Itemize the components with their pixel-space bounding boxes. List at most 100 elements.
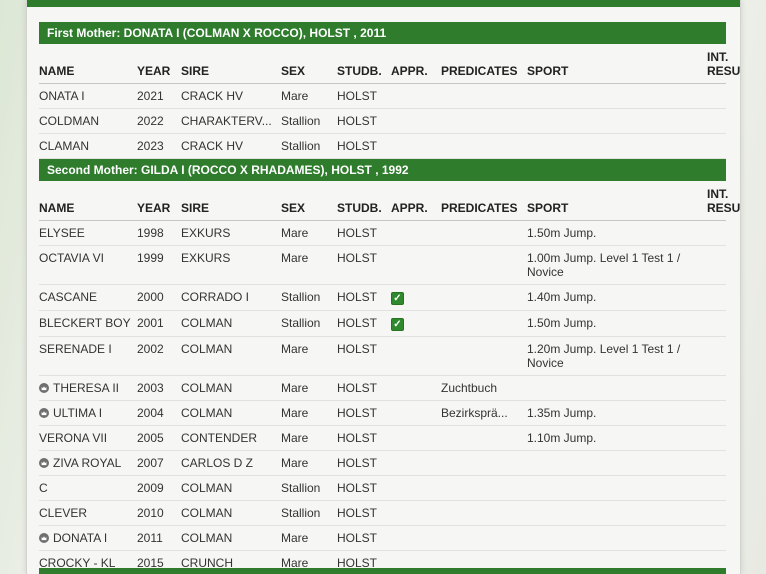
year-cell: 2001 — [137, 311, 181, 337]
studb-cell: HOLST — [337, 451, 391, 476]
studb-cell: HOLST — [337, 285, 391, 311]
predicates-cell — [441, 526, 527, 551]
studb-cell: HOLST — [337, 246, 391, 285]
sport-cell — [527, 376, 707, 401]
int-results-cell — [707, 526, 726, 551]
int-results-cell — [707, 501, 726, 526]
horse-name[interactable]: CLEVER — [39, 506, 87, 520]
sport-cell — [527, 134, 707, 159]
offspring-row: CLEVER2010COLMANStallionHOLST — [39, 501, 726, 526]
appr-cell — [391, 526, 441, 551]
horse-name[interactable]: VERONA VII — [39, 431, 107, 445]
column-header-sport: SPORT — [527, 181, 707, 221]
horse-name[interactable]: BLECKERT BOY — [39, 316, 131, 330]
offspring-row: ELYSEE1998EXKURSMareHOLST1.50m Jump. — [39, 221, 726, 246]
sex-cell: Mare — [281, 221, 337, 246]
horse-name-cell[interactable]: COLDMAN — [39, 109, 137, 134]
horse-name-cell[interactable]: SERENADE I — [39, 337, 137, 376]
offspring-row: COLDMAN2022CHARAKTERV...StallionHOLST — [39, 109, 726, 134]
approved-check-icon: ✓ — [391, 292, 404, 305]
horse-name[interactable]: OCTAVIA VI — [39, 251, 104, 265]
horse-name[interactable]: COLDMAN — [39, 114, 99, 128]
sport-cell: 1.20m Jump. Level 1 Test 1 / Novice — [527, 337, 707, 376]
studb-cell: HOLST — [337, 109, 391, 134]
sex-cell: Mare — [281, 337, 337, 376]
year-cell: 2003 — [137, 376, 181, 401]
horse-name-cell[interactable]: CLEVER — [39, 501, 137, 526]
studb-cell: HOLST — [337, 476, 391, 501]
year-cell: 2021 — [137, 84, 181, 109]
horse-name-cell[interactable]: CASCANE — [39, 285, 137, 311]
offspring-row: C2009COLMANStallionHOLST — [39, 476, 726, 501]
card-content: First Mother: DONATA I (COLMAN X ROCCO),… — [27, 22, 740, 574]
int-results-cell — [707, 311, 726, 337]
sex-cell: Mare — [281, 84, 337, 109]
horse-name-cell[interactable]: CLAMAN — [39, 134, 137, 159]
sire-cell: CORRADO I — [181, 285, 281, 311]
horse-name-cell[interactable]: DONATA I — [39, 526, 137, 551]
year-cell: 2002 — [137, 337, 181, 376]
predicates-cell — [441, 426, 527, 451]
offspring-row: DONATA I2011COLMANMareHOLST — [39, 526, 726, 551]
previous-section-bar-edge — [27, 0, 740, 7]
sport-cell — [527, 451, 707, 476]
horse-name[interactable]: ELYSEE — [39, 226, 85, 240]
year-cell: 2009 — [137, 476, 181, 501]
horse-name-cell[interactable]: ZIVA ROYAL — [39, 451, 137, 476]
predicates-cell — [441, 311, 527, 337]
sex-cell: Mare — [281, 426, 337, 451]
horse-name[interactable]: DONATA I — [53, 531, 107, 545]
sex-cell: Stallion — [281, 311, 337, 337]
offspring-row: OCTAVIA VI1999EXKURSMareHOLST1.00m Jump.… — [39, 246, 726, 285]
horse-name-cell[interactable]: ONATA I — [39, 84, 137, 109]
appr-cell — [391, 221, 441, 246]
sport-cell: 1.00m Jump. Level 1 Test 1 / Novice — [527, 246, 707, 285]
sire-cell: COLMAN — [181, 337, 281, 376]
horse-name-cell[interactable]: ELYSEE — [39, 221, 137, 246]
sire-cell: COLMAN — [181, 311, 281, 337]
horse-name-cell[interactable]: VERONA VII — [39, 426, 137, 451]
studb-cell: HOLST — [337, 84, 391, 109]
horse-name[interactable]: ONATA I — [39, 89, 85, 103]
studb-cell: HOLST — [337, 501, 391, 526]
offspring-table: NAMEYEARSIRESEXSTUDB.APPR.PREDICATESSPOR… — [39, 44, 726, 159]
studb-cell: HOLST — [337, 337, 391, 376]
appr-cell — [391, 376, 441, 401]
horse-name-cell[interactable]: C — [39, 476, 137, 501]
horse-name[interactable]: C — [39, 481, 48, 495]
int-results-cell — [707, 134, 726, 159]
horse-name[interactable]: SERENADE I — [39, 342, 112, 356]
horse-name[interactable]: THERESA II — [53, 381, 119, 395]
int-results-cell — [707, 451, 726, 476]
predicates-cell — [441, 84, 527, 109]
sport-cell — [527, 526, 707, 551]
offspring-row: CLAMAN2023CRACK HVStallionHOLST — [39, 134, 726, 159]
year-cell: 2011 — [137, 526, 181, 551]
sire-cell: EXKURS — [181, 246, 281, 285]
next-section-header-bar — [39, 568, 726, 574]
predicates-cell — [441, 134, 527, 159]
horse-name[interactable]: CLAMAN — [39, 139, 89, 153]
predicates-cell — [441, 476, 527, 501]
sport-cell — [527, 501, 707, 526]
sex-cell: Mare — [281, 451, 337, 476]
year-cell: 2007 — [137, 451, 181, 476]
horse-name[interactable]: ZIVA ROYAL — [53, 456, 121, 470]
int-results-cell — [707, 221, 726, 246]
year-cell: 2023 — [137, 134, 181, 159]
horse-name[interactable]: ULTIMA I — [53, 406, 102, 420]
horse-name-cell[interactable]: ULTIMA I — [39, 401, 137, 426]
int-results-cell — [707, 109, 726, 134]
column-header-year: YEAR — [137, 181, 181, 221]
int-results-cell — [707, 246, 726, 285]
horse-name-cell[interactable]: OCTAVIA VI — [39, 246, 137, 285]
sex-cell: Stallion — [281, 109, 337, 134]
section-title: First Mother: DONATA I (COLMAN X ROCCO),… — [47, 26, 386, 40]
approved-check-icon: ✓ — [391, 318, 404, 331]
predicates-cell — [441, 285, 527, 311]
horse-name[interactable]: CASCANE — [39, 290, 97, 304]
horse-name-cell[interactable]: BLECKERT BOY — [39, 311, 137, 337]
offspring-row: SERENADE I 2002COLMANMareHOLST 1.20m Jump.… — [39, 337, 726, 376]
horse-name-cell[interactable]: THERESA II — [39, 376, 137, 401]
predicates-cell — [441, 221, 527, 246]
